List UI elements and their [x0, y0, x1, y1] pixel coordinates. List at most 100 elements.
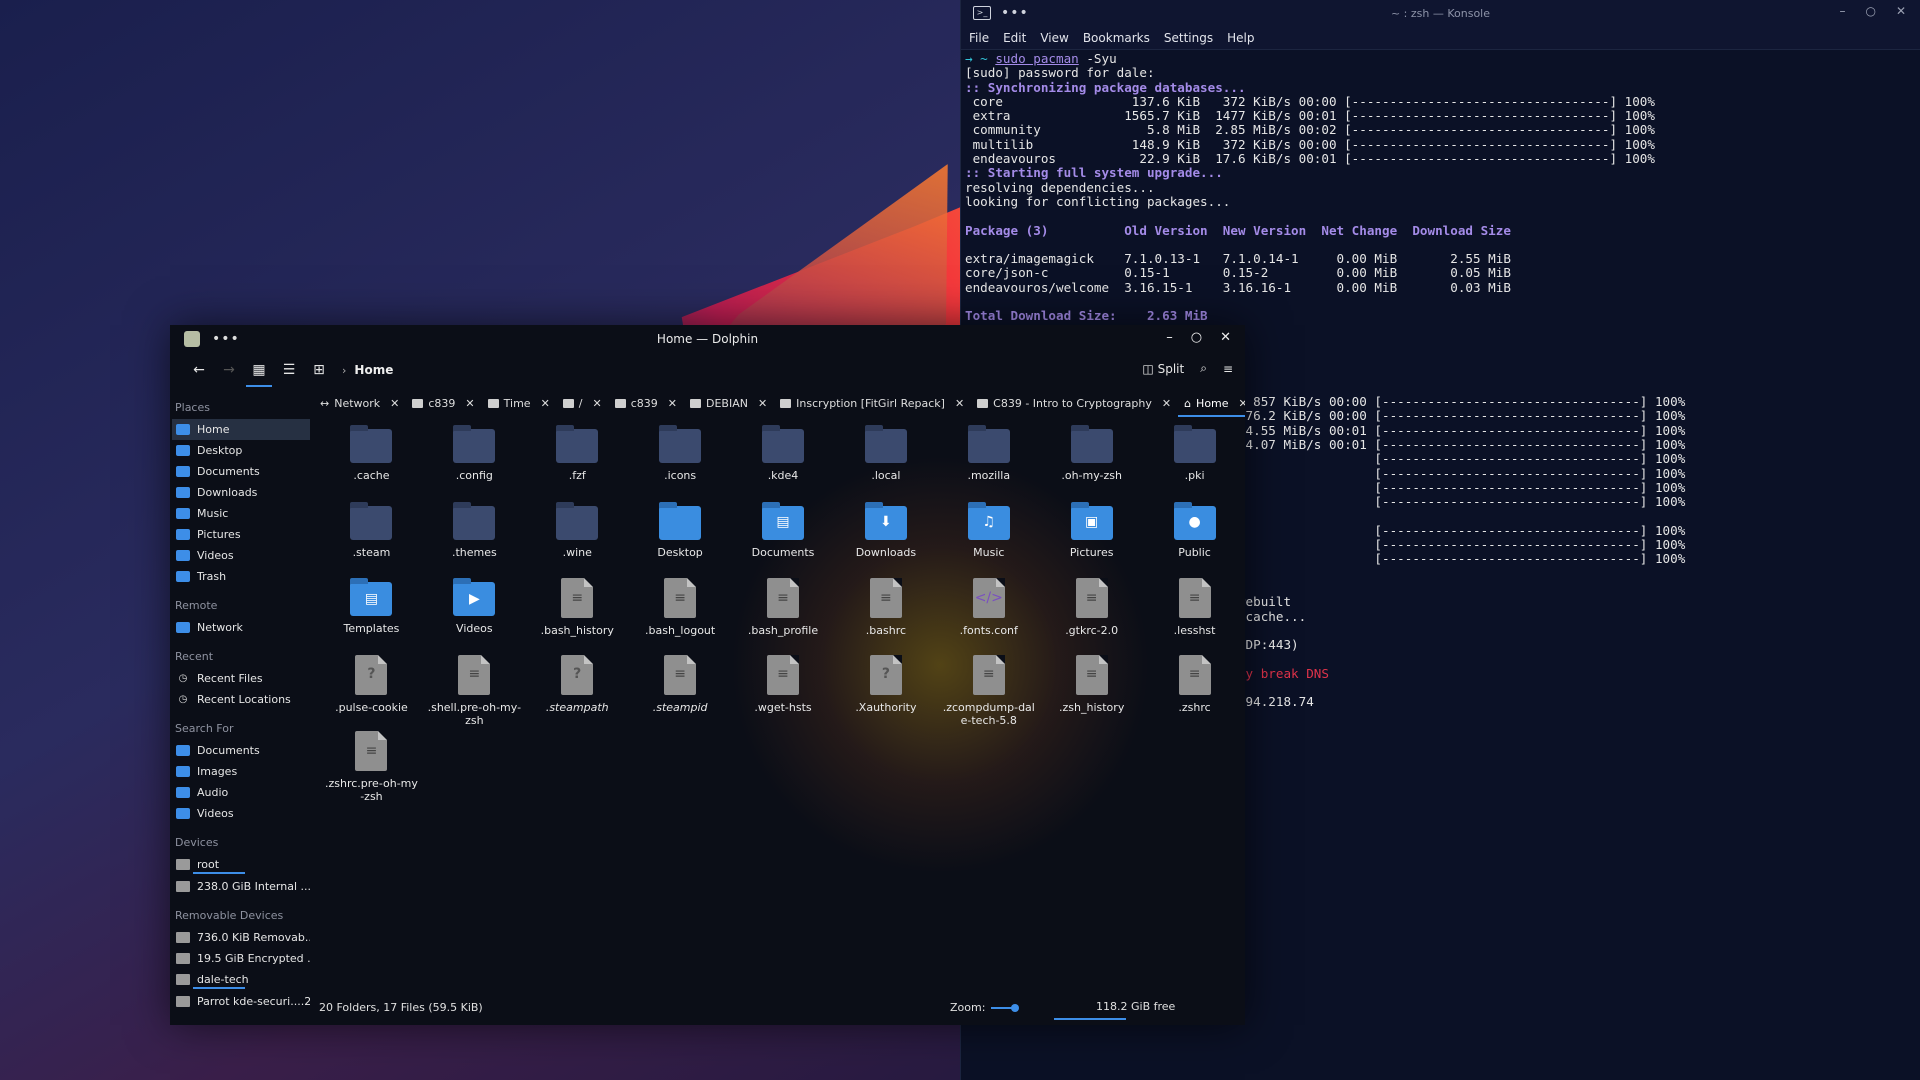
file-item[interactable]: .wine [526, 501, 629, 579]
tab-6[interactable]: Inscryption [FitGirl Repack] ✕ [774, 389, 971, 417]
close-icon[interactable]: ✕ [1220, 330, 1231, 345]
sidebar-place-7[interactable]: Trash [172, 566, 310, 587]
forward-arrow-icon[interactable]: → [214, 362, 244, 378]
sidebar-place-5[interactable]: Pictures [172, 524, 310, 545]
file-item[interactable]: ≡ .zshrc [1143, 654, 1245, 732]
menu-edit[interactable]: Edit [1003, 31, 1026, 45]
close-tab-icon[interactable]: ✕ [390, 397, 399, 410]
file-item[interactable]: ▤ Templates [320, 578, 423, 655]
tab-5[interactable]: DEBIAN ✕ [684, 389, 774, 417]
file-item[interactable]: ? .Xauthority [834, 654, 937, 732]
tree-view-icon[interactable]: ⊞ [304, 362, 334, 378]
file-item[interactable]: ≡ .bash_logout [629, 578, 732, 655]
close-tab-icon[interactable]: ✕ [955, 397, 964, 410]
details-view-icon[interactable]: ☰ [274, 362, 304, 378]
free-space-indicator[interactable]: 118.2 GiB free [1054, 1000, 1175, 1020]
close-tab-icon[interactable]: ✕ [1239, 397, 1245, 410]
sidebar-place-0[interactable]: Home [172, 419, 310, 440]
file-item[interactable]: ▶ Videos [423, 578, 526, 655]
file-item[interactable]: ≡ .steampid [629, 654, 732, 732]
tab-8[interactable]: ⌂ Home ✕ [1178, 389, 1245, 417]
tab-2[interactable]: Time ✕ [482, 389, 557, 417]
hamburger-menu-icon[interactable]: ≡ [1223, 362, 1233, 376]
maximize-icon[interactable]: ○ [1865, 4, 1875, 18]
sidebar-place-2[interactable]: Documents [172, 461, 310, 482]
sidebar-search-0[interactable]: Documents [172, 740, 310, 761]
close-tab-icon[interactable]: ✕ [465, 397, 474, 410]
menu-bookmarks[interactable]: Bookmarks [1083, 31, 1150, 45]
file-item[interactable]: ≡ .zshrc.pre-oh-my-zsh [320, 731, 423, 808]
sidebar-place-4[interactable]: Music [172, 503, 310, 524]
minimize-icon[interactable]: – [1166, 330, 1173, 345]
file-item[interactable]: </> .fonts.conf [937, 578, 1040, 655]
file-item[interactable]: ? .steampath [526, 654, 629, 732]
menu-file[interactable]: File [969, 31, 989, 45]
minimize-icon[interactable]: – [1839, 4, 1845, 18]
back-arrow-icon[interactable]: ← [184, 362, 214, 378]
close-tab-icon[interactable]: ✕ [1162, 397, 1171, 410]
tab-1[interactable]: c839 ✕ [406, 389, 481, 417]
file-item[interactable]: .cache [320, 425, 423, 502]
dolphin-titlebar[interactable]: ••• Home — Dolphin – ○ ✕ [170, 325, 1245, 353]
file-item[interactable]: .pki [1143, 425, 1245, 502]
file-item[interactable]: ▤ Documents [732, 501, 835, 579]
close-tab-icon[interactable]: ✕ [668, 397, 677, 410]
sidebar-removable-1[interactable]: 19.5 GiB Encrypted ... [172, 948, 310, 969]
file-item[interactable]: ? .pulse-cookie [320, 654, 423, 732]
maximize-icon[interactable]: ○ [1191, 330, 1202, 345]
file-item[interactable]: ▣ Pictures [1040, 501, 1143, 579]
file-item[interactable]: ≡ .zsh_history [1040, 654, 1143, 732]
tab-0[interactable]: ↔ Network ✕ [314, 389, 406, 417]
file-item[interactable]: ≡ .wget-hsts [732, 654, 835, 732]
sidebar-place-3[interactable]: Downloads [172, 482, 310, 503]
file-item[interactable]: .fzf [526, 425, 629, 502]
file-item[interactable]: .config [423, 425, 526, 502]
file-item[interactable]: ● Public [1143, 501, 1245, 579]
close-tab-icon[interactable]: ✕ [758, 397, 767, 410]
sidebar-place-6[interactable]: Videos [172, 545, 310, 566]
sidebar-device-1[interactable]: 238.0 GiB Internal ... [172, 876, 310, 897]
file-item[interactable]: .steam [320, 501, 423, 579]
sidebar-search-3[interactable]: Videos [172, 803, 310, 824]
split-button[interactable]: ◫ Split [1142, 362, 1184, 376]
konsole-titlebar[interactable]: >_ ••• ~ : zsh — Konsole – ○ ✕ [961, 0, 1920, 26]
tab-3[interactable]: / ✕ [557, 389, 609, 417]
sidebar-removable-3[interactable]: Parrot kde-securi....2 [172, 991, 310, 1012]
sidebar-recent-0[interactable]: ◷ Recent Files [172, 668, 310, 689]
file-item[interactable]: ≡ .lesshst [1143, 578, 1245, 655]
zoom-slider-handle[interactable] [1011, 1003, 1020, 1012]
file-item[interactable]: ≡ .bash_profile [732, 578, 835, 655]
tab-7[interactable]: C839 - Intro to Cryptography ✕ [971, 389, 1178, 417]
file-item[interactable]: ≡ .shell.pre-oh-my-zsh [423, 654, 526, 732]
sidebar-search-2[interactable]: Audio [172, 782, 310, 803]
file-item[interactable]: ≡ .zcompdump-dale-tech-5.8 [937, 654, 1040, 732]
file-item[interactable]: .local [834, 425, 937, 502]
file-item[interactable]: ≡ .bashrc [834, 578, 937, 655]
close-tab-icon[interactable]: ✕ [541, 397, 550, 410]
file-item[interactable]: .themes [423, 501, 526, 579]
sidebar-removable-0[interactable]: 736.0 KiB Removab... [172, 927, 310, 948]
file-item[interactable]: ⬇ Downloads [834, 501, 937, 579]
sidebar-place-1[interactable]: Desktop [172, 440, 310, 461]
file-item[interactable]: .oh-my-zsh [1040, 425, 1143, 502]
sidebar-remote-0[interactable]: Network [172, 617, 310, 638]
close-icon[interactable]: ✕ [1896, 4, 1906, 18]
zoom-slider[interactable] [991, 1003, 1020, 1012]
menu-view[interactable]: View [1040, 31, 1068, 45]
close-tab-icon[interactable]: ✕ [593, 397, 602, 410]
menu-settings[interactable]: Settings [1164, 31, 1213, 45]
menu-help[interactable]: Help [1227, 31, 1254, 45]
file-item[interactable]: ♫ Music [937, 501, 1040, 579]
file-item[interactable]: .kde4 [732, 425, 835, 502]
file-item[interactable]: ≡ .gtkrc-2.0 [1040, 578, 1143, 655]
file-item[interactable]: .mozilla [937, 425, 1040, 502]
file-item[interactable]: Desktop [629, 501, 732, 579]
file-item[interactable]: ≡ .bash_history [526, 578, 629, 655]
tab-4[interactable]: c839 ✕ [609, 389, 684, 417]
sidebar-search-1[interactable]: Images [172, 761, 310, 782]
icons-view-icon[interactable]: ▦ [244, 362, 274, 387]
file-item[interactable]: .icons [629, 425, 732, 502]
search-icon[interactable]: ⌕ [1200, 361, 1207, 376]
breadcrumb[interactable]: Home [354, 363, 393, 377]
sidebar-recent-1[interactable]: ◷ Recent Locations [172, 689, 310, 710]
